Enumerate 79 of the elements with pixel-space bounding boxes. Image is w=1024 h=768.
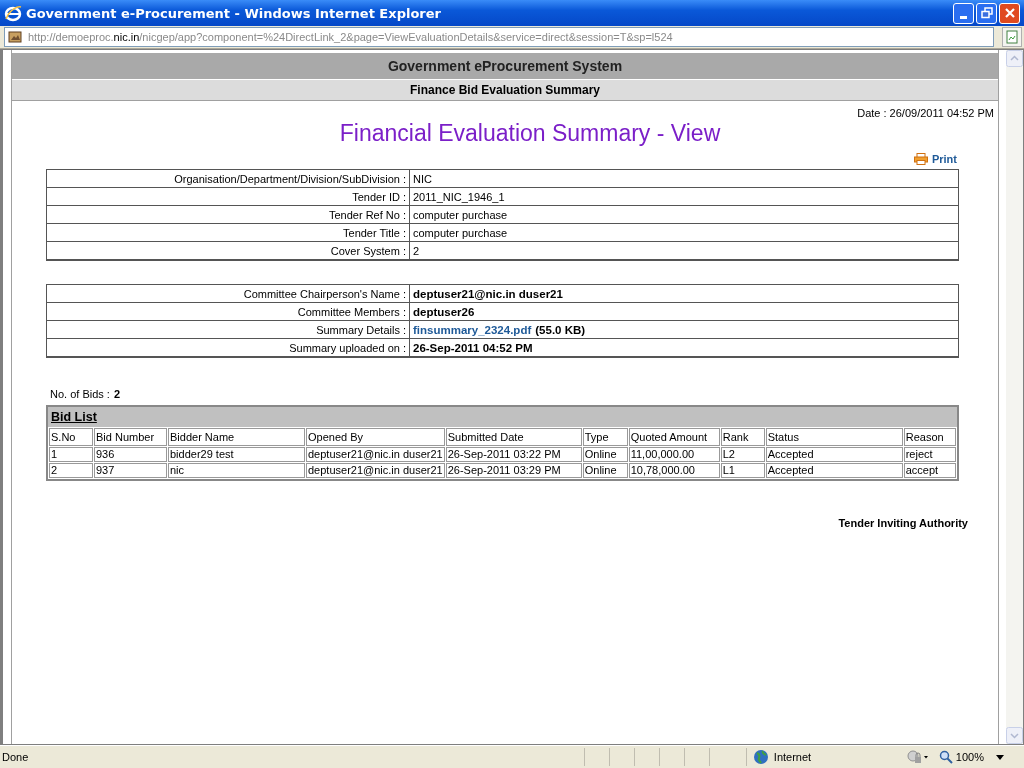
table-cell: accept (903, 463, 956, 478)
table-cell: 936 (94, 447, 167, 462)
compatibility-view-button[interactable] (1002, 27, 1022, 47)
field-value: deptuser26 (409, 302, 959, 321)
field-label: Committee Chairperson's Name : (46, 284, 410, 303)
minimize-icon (960, 15, 967, 19)
file-size: (55.0 KB) (535, 323, 586, 336)
printer-icon (913, 153, 928, 165)
table-cell: Accepted (765, 447, 903, 462)
table-cell: L2 (720, 447, 765, 462)
address-field[interactable]: http://demoeproc.nic.in/nicgep/app?component=%24DirectLink_2&page=ViewEvaluationDetails&service=direct&session=T&sp=l524 (4, 27, 994, 47)
field-label: Committee Members : (46, 302, 410, 321)
field-value: NIC (409, 169, 959, 188)
window-title: Government e-Procurement - Windows Internet Explorer (26, 5, 442, 21)
column-header: Status (765, 428, 903, 446)
page-subheader: Finance Bid Evaluation Summary (12, 79, 998, 101)
table-cell: 10,78,000.00 (628, 463, 720, 478)
table-cell: L1 (720, 463, 765, 478)
page-icon (8, 30, 22, 44)
column-header: Reason (903, 428, 956, 446)
field-label: Tender Title : (46, 223, 410, 242)
field-label: Tender Ref No : (46, 205, 410, 224)
column-header: S.No (49, 428, 93, 446)
table-cell: reject (903, 447, 956, 462)
authority-label: Tender Inviting Authority (838, 517, 968, 529)
field-value: computer purchase (409, 223, 959, 242)
column-header: Opened By (306, 428, 445, 446)
status-text: Done (2, 751, 30, 763)
scroll-up-icon (1006, 50, 1023, 67)
security-zone-text: Internet (773, 751, 812, 763)
restore-button[interactable] (976, 2, 997, 24)
page-header: Government eProcurement System (12, 53, 998, 79)
field-label: Summary uploaded on : (46, 338, 410, 357)
field-value: 2011_NIC_1946_1 (409, 187, 959, 206)
table-cell: Online (582, 463, 628, 478)
url-text: http://demoeproc.nic.in/nicgep/app?component=%24DirectLink_2&page=ViewEvaluationDetails&service=direct&session=T&sp=l524 (28, 31, 673, 43)
table-cell: Accepted (765, 463, 903, 478)
page-heading: Financial Evaluation Summary - View (338, 119, 721, 147)
column-header: Rank (720, 428, 765, 446)
file-link[interactable]: finsummary_2324.pdf (413, 323, 532, 336)
column-header: Bidder Name (168, 428, 305, 446)
table-cell: 937 (94, 463, 167, 478)
table-cell: nic (168, 463, 305, 478)
print-link[interactable]: Print (913, 153, 957, 165)
column-header: Quoted Amount (628, 428, 720, 446)
table-cell: Online (582, 447, 628, 462)
field-label: Organisation/Department/Division/SubDivision : (46, 169, 410, 188)
minimize-button[interactable] (953, 2, 974, 24)
table-cell: bidder29 test (168, 447, 305, 462)
table-cell: deptuser21@nic.in duser21 (306, 447, 445, 462)
restore-icon (980, 7, 993, 19)
bids-count-label: No. of Bids : (50, 388, 110, 400)
zoom-button[interactable]: 100% (932, 750, 988, 764)
bids-count-value: 2 (113, 388, 121, 400)
field-value: deptuser21@nic.in duser21 (409, 284, 959, 303)
column-header: Type (582, 428, 628, 446)
column-header: Submitted Date (445, 428, 582, 446)
scroll-down-icon (1006, 727, 1023, 744)
dropdown-caret-icon[interactable] (996, 754, 1004, 760)
field-label: Cover System : (46, 241, 410, 260)
table-cell: 2 (49, 463, 93, 478)
field-value: computer purchase (409, 205, 959, 224)
page-image-icon (1005, 30, 1019, 44)
globe-icon (752, 749, 769, 765)
bid-list-title: Bid List (51, 410, 97, 424)
table-cell: 1 (49, 447, 93, 462)
column-header: Bid Number (94, 428, 167, 446)
browser-logo-icon (4, 4, 22, 22)
table-cell: 26-Sep-2011 03:29 PM (445, 463, 582, 478)
magnifier-icon (938, 750, 953, 764)
table-cell: 11,00,000.00 (628, 447, 720, 462)
date-text: Date : 26/09/2011 04:52 PM (857, 107, 994, 119)
field-label: Summary Details : (46, 320, 410, 339)
lock-icon (906, 750, 929, 764)
close-icon (1003, 7, 1016, 19)
close-button[interactable] (999, 2, 1020, 24)
field-label: Tender ID : (46, 187, 410, 206)
table-cell: 26-Sep-2011 03:22 PM (445, 447, 582, 462)
table-cell: deptuser21@nic.in duser21 (306, 463, 445, 478)
